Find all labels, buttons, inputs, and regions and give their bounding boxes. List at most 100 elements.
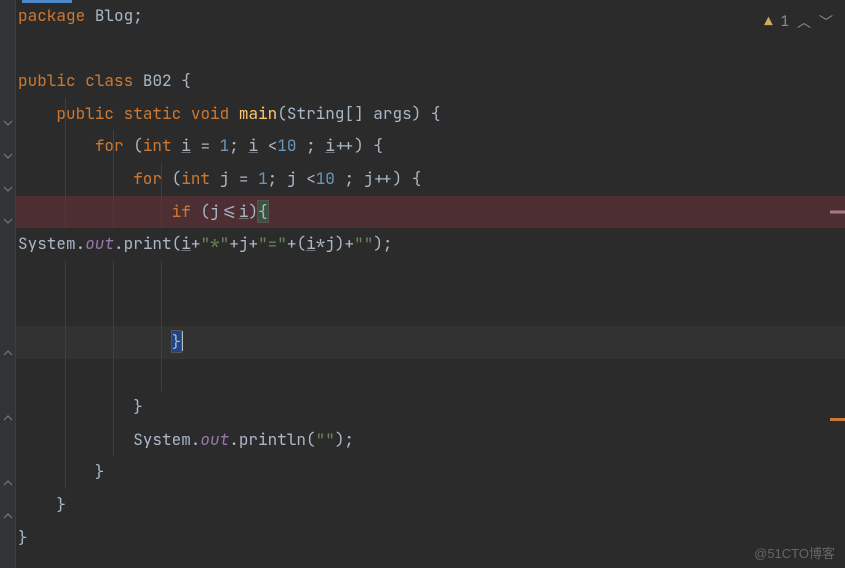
- class-name: B02: [143, 70, 172, 91]
- field: out: [200, 429, 229, 450]
- number: 1: [258, 168, 268, 189]
- variable: j: [364, 168, 374, 189]
- punct: (: [124, 135, 143, 156]
- fold-toggle-icon[interactable]: [3, 118, 13, 128]
- fold-toggle-icon[interactable]: [3, 348, 13, 358]
- brace-open-matched: {: [258, 201, 268, 222]
- op: =: [191, 135, 220, 156]
- punct: ;: [335, 168, 364, 189]
- variable: i: [239, 201, 249, 222]
- code-line[interactable]: [16, 261, 845, 294]
- indent: [18, 331, 172, 352]
- variable: i: [248, 135, 258, 156]
- code-line[interactable]: System.out.println("");: [16, 424, 845, 457]
- brace: }: [18, 527, 28, 548]
- keyword: int: [181, 168, 210, 189]
- punct: ): [248, 201, 258, 222]
- keyword: package: [18, 5, 85, 26]
- punct: (: [162, 168, 181, 189]
- brace: }: [18, 494, 66, 515]
- code-editor[interactable]: ▲ 1 ︿ ﹀ package Blog; public class B02 {…: [0, 0, 845, 568]
- variable: i: [181, 135, 191, 156]
- keyword: void: [191, 103, 229, 124]
- variable: i: [306, 233, 316, 254]
- op: )+: [335, 233, 354, 254]
- fold-toggle-icon[interactable]: [3, 151, 13, 161]
- op: <=: [220, 201, 239, 222]
- code-line[interactable]: }: [16, 522, 845, 555]
- code-line[interactable]: public static void main(String[] args) {: [16, 98, 845, 131]
- variable: i: [181, 233, 191, 254]
- number: 10: [316, 168, 335, 189]
- punct: ;: [297, 135, 326, 156]
- keyword: for: [95, 135, 124, 156]
- identifier: Blog: [95, 5, 133, 26]
- op: +: [229, 233, 239, 254]
- indent: [18, 103, 56, 124]
- punct: );: [335, 429, 354, 450]
- code-line[interactable]: }: [16, 489, 845, 522]
- punct: );: [373, 233, 392, 254]
- code-line[interactable]: [16, 359, 845, 392]
- op: <: [258, 135, 277, 156]
- warning-stripe[interactable]: [830, 418, 845, 421]
- op: <: [296, 168, 315, 189]
- keyword: static: [124, 103, 182, 124]
- code-area[interactable]: package Blog; public class B02 { public …: [16, 0, 845, 568]
- op: *: [316, 233, 326, 254]
- string: "": [316, 429, 335, 450]
- code-line[interactable]: package Blog;: [16, 0, 845, 33]
- fold-toggle-icon[interactable]: [3, 511, 13, 521]
- watermark: @51CTO博客: [754, 543, 835, 562]
- punct: (: [191, 201, 210, 222]
- keyword: class: [85, 70, 133, 91]
- text: [85, 5, 95, 26]
- method-name: main: [239, 103, 277, 124]
- keyword: if: [172, 201, 191, 222]
- code-line[interactable]: [16, 33, 845, 66]
- identifier: System.: [18, 233, 85, 254]
- string: "*": [200, 233, 229, 254]
- indent: [18, 168, 133, 189]
- punct: ++) {: [373, 168, 421, 189]
- indent: [18, 135, 95, 156]
- op: =: [229, 168, 258, 189]
- code-line[interactable]: }: [16, 456, 845, 489]
- code-line[interactable]: public class B02 {: [16, 65, 845, 98]
- brace-close-matched: }: [172, 331, 182, 352]
- fold-toggle-icon[interactable]: [3, 478, 13, 488]
- method-call: .println(: [229, 429, 315, 450]
- keyword: public: [18, 70, 76, 91]
- brace: }: [18, 461, 104, 482]
- method-call: .print(: [114, 233, 181, 254]
- fold-toggle-icon[interactable]: [3, 216, 13, 226]
- variable: j: [325, 233, 335, 254]
- number: 1: [220, 135, 230, 156]
- keyword: int: [143, 135, 172, 156]
- punct: {: [172, 70, 191, 91]
- string: "": [354, 233, 373, 254]
- identifier: System.: [133, 429, 200, 450]
- keyword: for: [133, 168, 162, 189]
- op: +: [191, 233, 201, 254]
- op: +: [248, 233, 258, 254]
- punct: ++) {: [335, 135, 383, 156]
- indent: [18, 429, 133, 450]
- code-line-caret[interactable]: }: [16, 326, 845, 359]
- gutter[interactable]: [0, 0, 16, 568]
- variable: j: [220, 168, 230, 189]
- code-line-error[interactable]: if (j<=i){: [16, 196, 845, 229]
- fold-toggle-icon[interactable]: [3, 413, 13, 423]
- code-line[interactable]: }: [16, 391, 845, 424]
- code-line[interactable]: System.out.print(i+"*"+j+"="+(i*j)+"");: [16, 228, 845, 261]
- code-line[interactable]: for (int j = 1; j <10 ; j++) {: [16, 163, 845, 196]
- string: "=": [258, 233, 287, 254]
- punct: ;: [268, 168, 287, 189]
- text-caret: [181, 331, 183, 351]
- brace: }: [18, 396, 143, 417]
- code-line[interactable]: [16, 293, 845, 326]
- punct: ;: [133, 5, 143, 26]
- indent: [18, 201, 172, 222]
- fold-toggle-icon[interactable]: [3, 184, 13, 194]
- code-line[interactable]: for (int i = 1; i <10 ; i++) {: [16, 130, 845, 163]
